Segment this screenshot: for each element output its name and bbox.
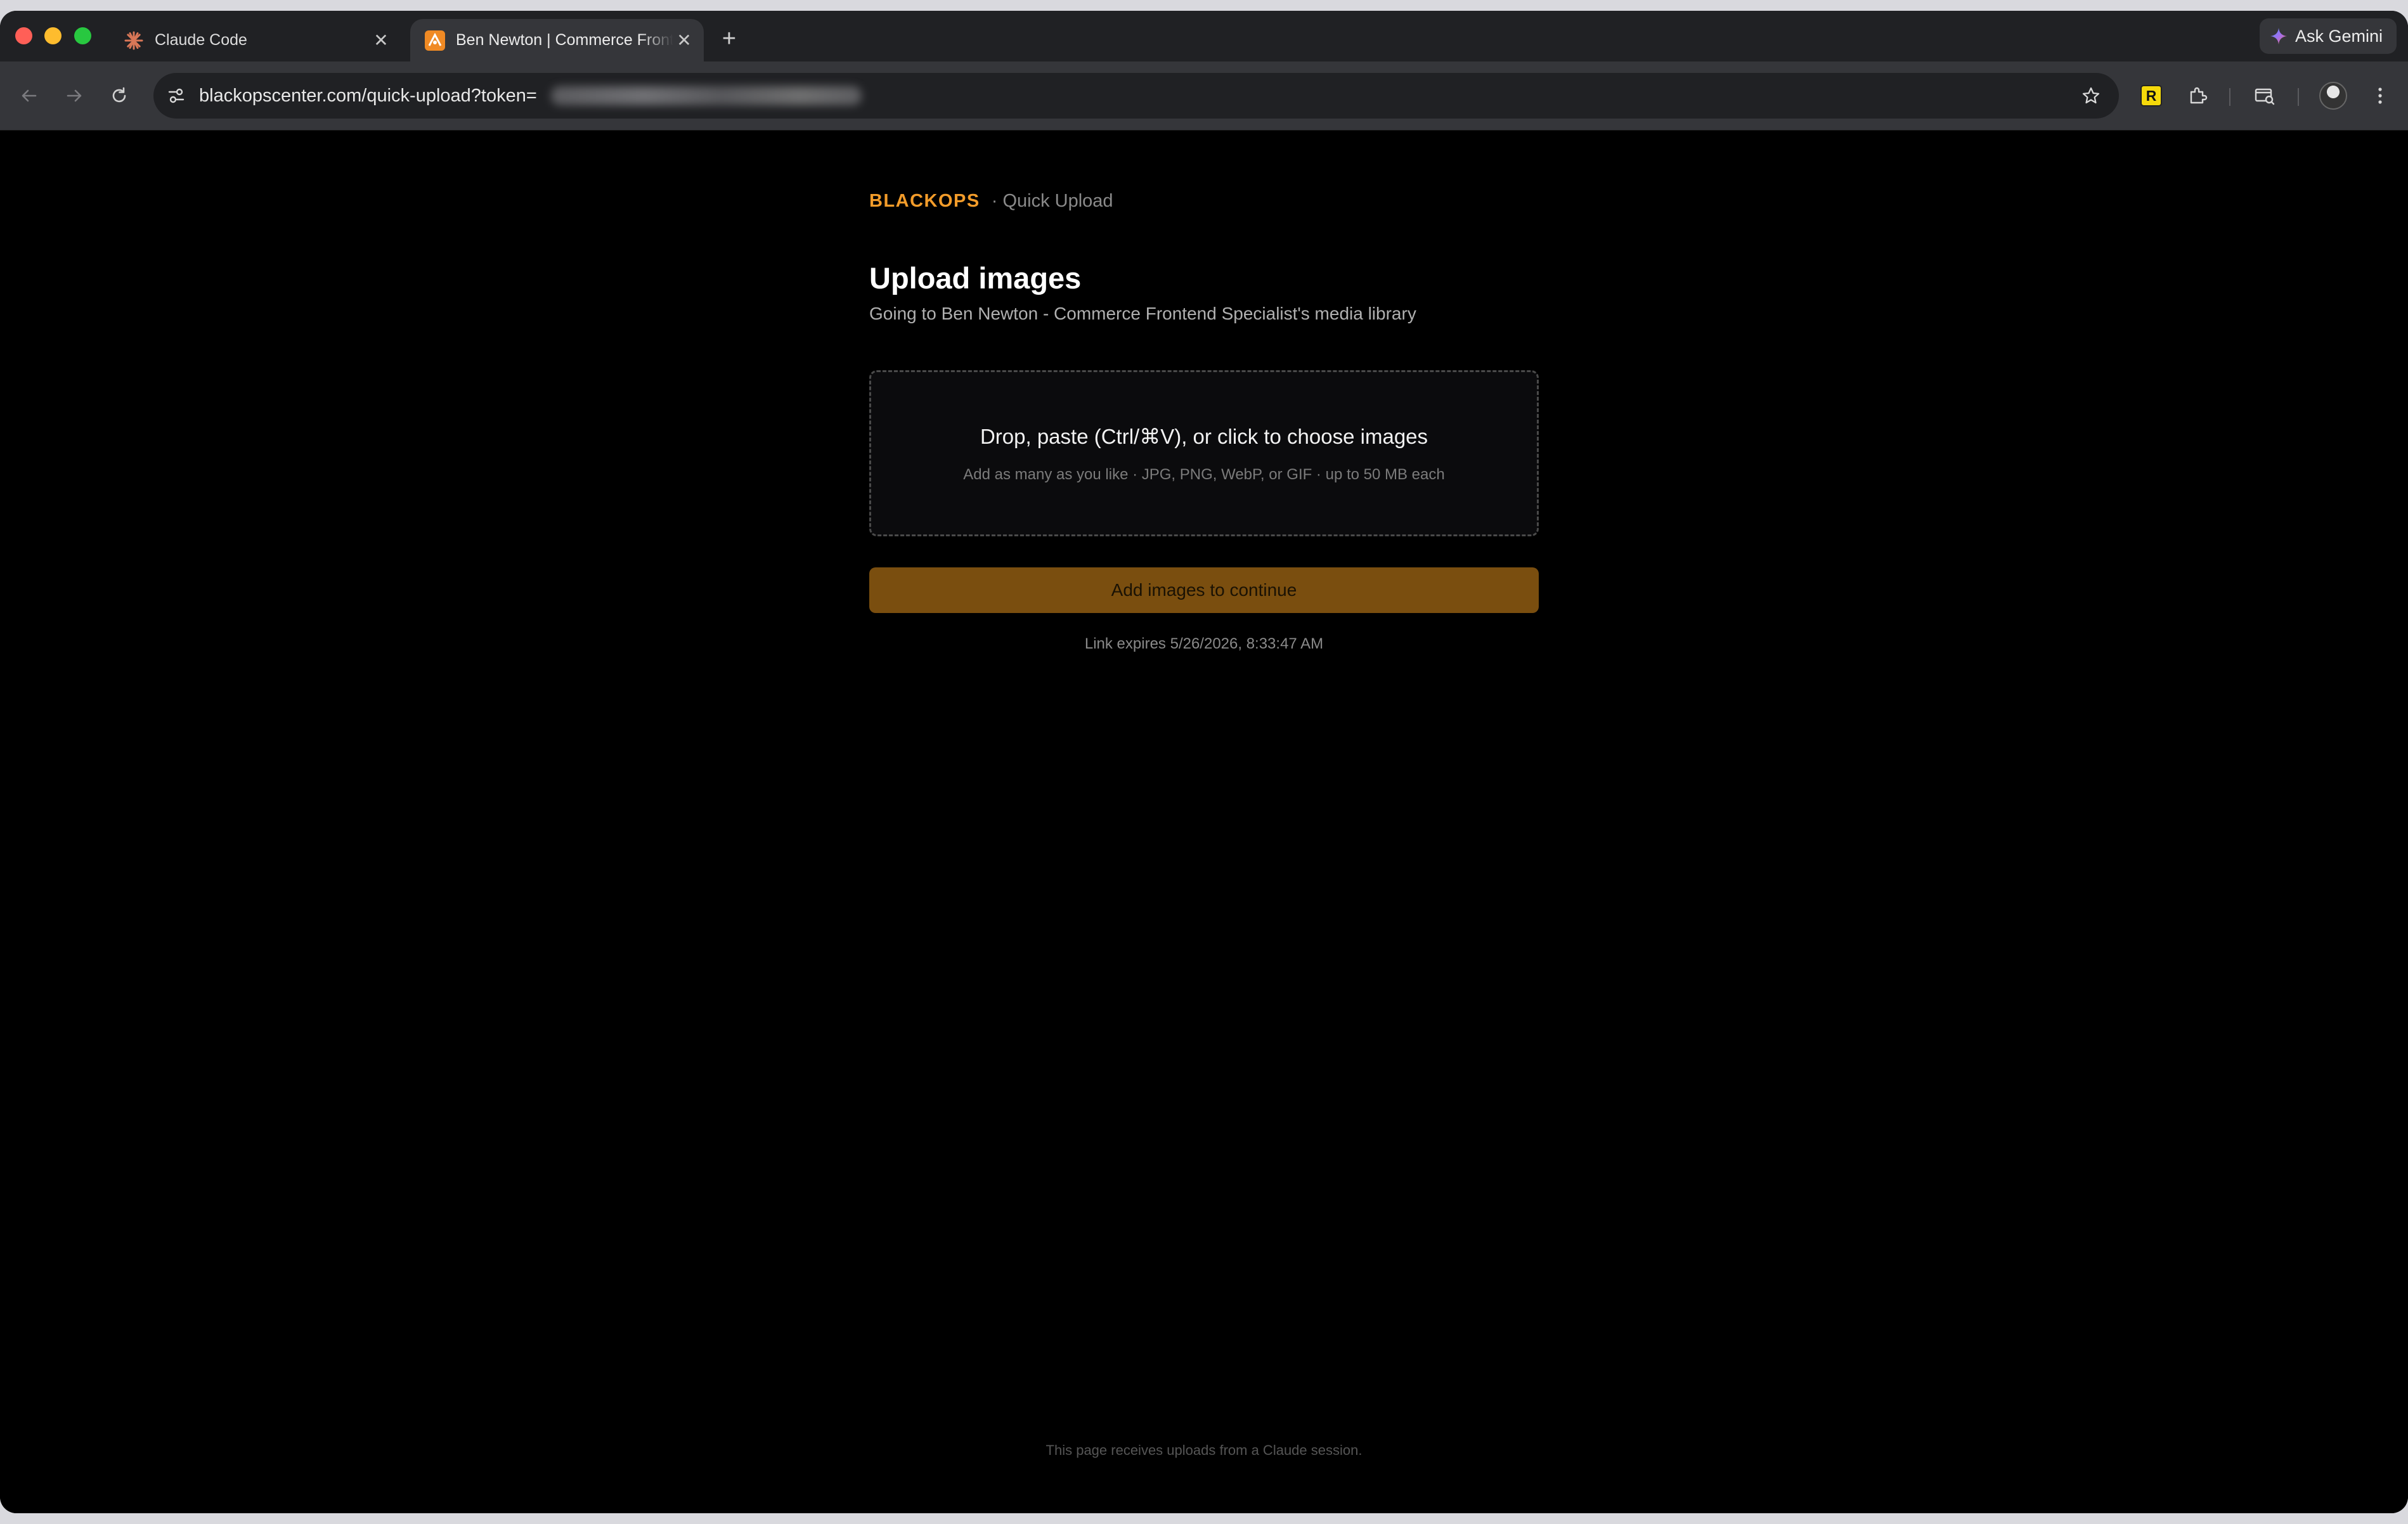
tab-search-icon[interactable] — [2249, 81, 2280, 111]
minimize-window-button[interactable] — [44, 27, 61, 44]
toolbar-divider — [2298, 88, 2299, 106]
profile-avatar[interactable] — [2318, 81, 2348, 111]
tab-strip: Claude Code ✕ Ben Newton | Commerce Fron… — [0, 11, 2408, 61]
brand-logo: BLACKOPS — [869, 191, 980, 211]
page-title: Upload images — [869, 261, 1082, 295]
gemini-sparkle-icon — [2270, 27, 2288, 45]
bookmark-star-icon[interactable] — [2077, 82, 2105, 110]
url-text: blackopscenter.com/quick-upload?token= — [199, 85, 537, 106]
destination-description: Going to Ben Newton - Commerce Frontend … — [869, 304, 1416, 323]
maximize-window-button[interactable] — [74, 27, 91, 44]
claude-starburst-icon — [123, 30, 145, 51]
dropzone-title: Drop, paste (Ctrl/⌘V), or click to choos… — [980, 425, 1428, 448]
address-bar[interactable]: blackopscenter.com/quick-upload?token= — [153, 73, 2119, 119]
close-tab-icon[interactable]: ✕ — [370, 30, 392, 51]
page-body: BLACKOPS · Quick Upload Upload images Go… — [0, 131, 2408, 1513]
tab-label: Ben Newton | Commerce Frontend Specialis… — [456, 31, 673, 49]
kebab-menu-icon[interactable] — [2365, 81, 2395, 111]
ask-gemini-button[interactable]: Ask Gemini — [2259, 18, 2397, 54]
brand-header: BLACKOPS · Quick Upload — [869, 191, 1113, 212]
new-tab-icon[interactable]: + — [716, 26, 742, 51]
site-settings-icon[interactable] — [162, 82, 190, 110]
puzzle-extensions-icon[interactable] — [2182, 81, 2213, 111]
tab-label: Claude Code — [155, 31, 247, 49]
tab-ben-newton[interactable]: Ben Newton | Commerce Frontend Specialis… — [410, 19, 704, 61]
r-extension-icon[interactable]: R — [2136, 81, 2166, 111]
add-images-button[interactable]: Add images to continue — [869, 567, 1539, 613]
brand-subtitle: · Quick Upload — [991, 191, 1113, 211]
browser-window: Claude Code ✕ Ben Newton | Commerce Fron… — [0, 11, 2408, 1513]
link-expiry-text: Link expires 5/26/2026, 8:33:47 AM — [1084, 635, 1324, 652]
close-window-button[interactable] — [15, 27, 32, 44]
back-arrow-icon[interactable] — [14, 81, 44, 111]
redacted-token — [550, 86, 862, 105]
forward-arrow-icon[interactable] — [59, 81, 89, 111]
image-dropzone[interactable]: Drop, paste (Ctrl/⌘V), or click to choos… — [869, 370, 1539, 536]
site-favicon-icon — [424, 30, 446, 51]
browser-toolbar: blackopscenter.com/quick-upload?token= R — [0, 61, 2408, 131]
reload-icon[interactable] — [104, 81, 134, 111]
close-tab-icon[interactable]: ✕ — [673, 30, 695, 51]
toolbar-divider — [2229, 88, 2230, 106]
footer-note: This page receives uploads from a Claude… — [1045, 1442, 1363, 1458]
ask-gemini-label: Ask Gemini — [2295, 26, 2383, 46]
dropzone-hint: Add as many as you like · JPG, PNG, WebP… — [963, 466, 1445, 483]
tab-claude-code[interactable]: Claude Code ✕ — [109, 19, 401, 61]
